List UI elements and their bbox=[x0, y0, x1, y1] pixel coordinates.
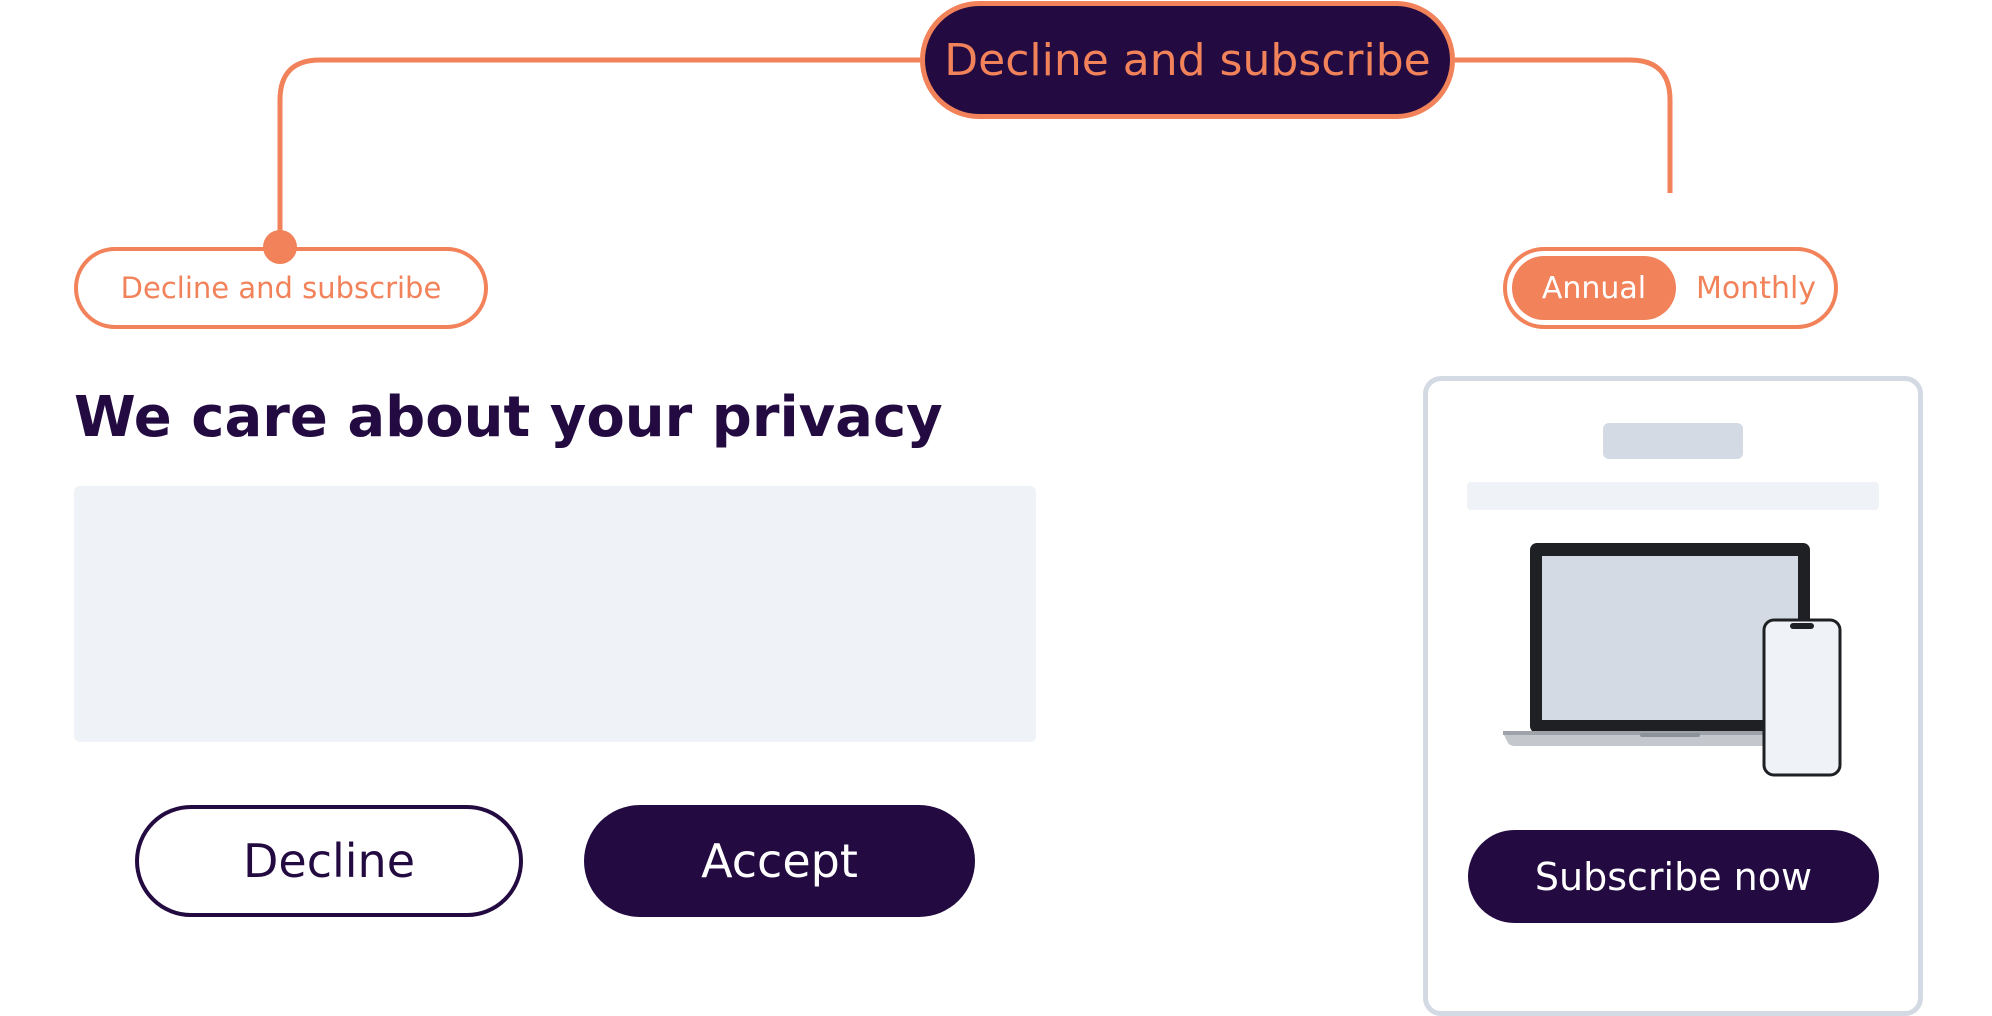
privacy-heading: We care about your privacy bbox=[74, 385, 943, 450]
card-subtitle-placeholder bbox=[1467, 482, 1879, 510]
connector-dot bbox=[263, 230, 297, 264]
accept-button[interactable]: Accept bbox=[584, 805, 975, 917]
subscribe-now-button[interactable]: Subscribe now bbox=[1468, 830, 1879, 923]
toggle-monthly-option[interactable]: Monthly bbox=[1683, 256, 1829, 320]
decline-button[interactable]: Decline bbox=[135, 805, 523, 917]
toggle-annual-option[interactable]: Annual bbox=[1512, 256, 1676, 320]
decline-and-subscribe-node: Decline and subscribe bbox=[920, 1, 1455, 119]
phone-icon bbox=[1762, 618, 1842, 777]
connector-right bbox=[1455, 57, 1673, 193]
connector-left bbox=[277, 57, 920, 247]
privacy-text-placeholder bbox=[74, 486, 1036, 742]
devices-illustration bbox=[1503, 543, 1842, 777]
card-title-placeholder bbox=[1603, 423, 1743, 459]
